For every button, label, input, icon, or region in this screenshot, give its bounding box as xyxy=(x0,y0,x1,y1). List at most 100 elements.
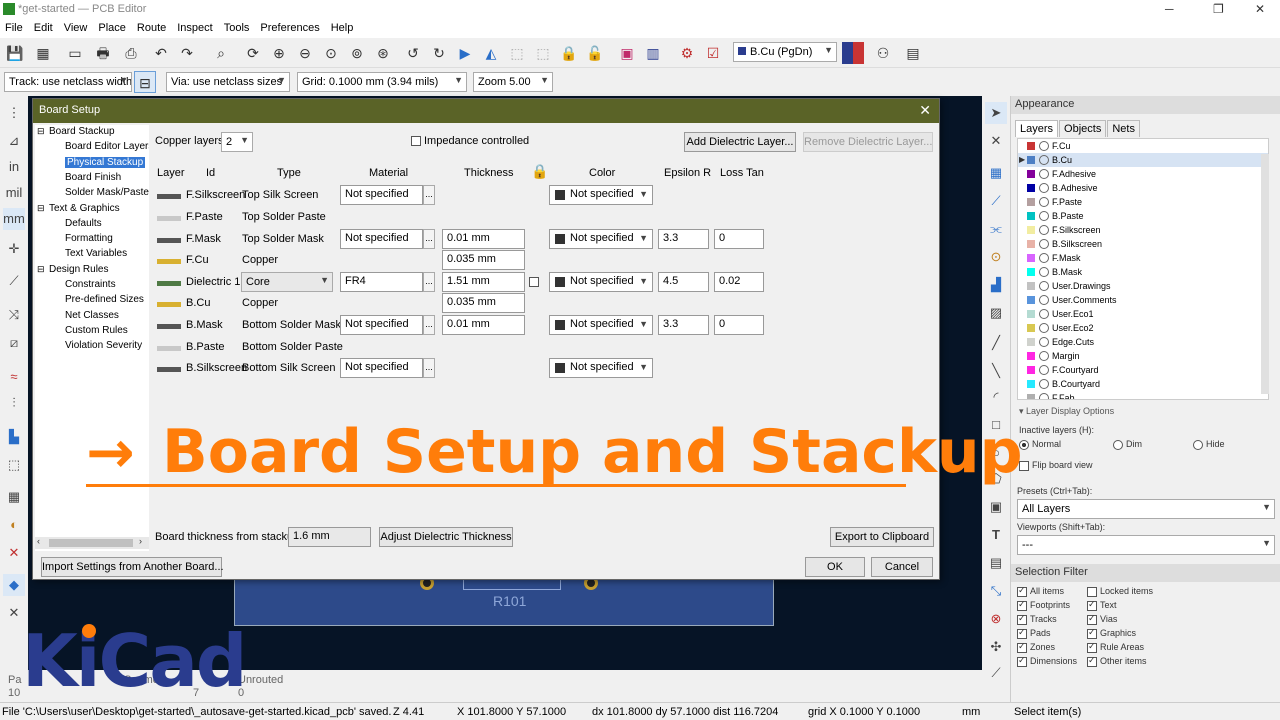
tree-node-pre-defined-sizes[interactable]: Pre-defined Sizes xyxy=(65,294,144,305)
via-size-select[interactable]: Via: use netclass sizes ▼ xyxy=(166,72,290,92)
tree-node-physical-stackup[interactable]: Physical Stackup xyxy=(65,156,146,168)
impedance-checkbox[interactable]: Impedance controlled xyxy=(411,135,529,147)
layer-color-swatch[interactable] xyxy=(1027,282,1035,290)
visibility-eye-icon[interactable] xyxy=(1039,155,1049,165)
zoom-objects-icon[interactable]: ⊚ xyxy=(346,42,368,64)
menu-tools[interactable]: Tools xyxy=(219,20,256,34)
loss-tan-field[interactable]: 0 xyxy=(714,315,764,335)
layer-color-swatch[interactable] xyxy=(1027,240,1035,248)
filter-zones[interactable]: Zones xyxy=(1017,641,1055,653)
add-via-icon[interactable]: ▟ xyxy=(985,274,1007,296)
presets-select[interactable]: All Layers ▼ xyxy=(1017,499,1275,519)
layer-row[interactable]: B.Adhesive xyxy=(1018,181,1268,195)
zoom-out-icon[interactable]: ⊖ xyxy=(294,42,316,64)
layer-row[interactable]: B.Courtyard xyxy=(1018,377,1268,391)
layer-color-swatch[interactable] xyxy=(1027,324,1035,332)
draw-arc-icon[interactable]: ◜ xyxy=(985,386,1007,408)
menu-place[interactable]: Place xyxy=(93,20,132,34)
filter-dimensions[interactable]: Dimensions xyxy=(1017,655,1077,667)
filter-locked-items[interactable]: Locked items xyxy=(1087,586,1153,597)
tree-node-constraints[interactable]: Constraints xyxy=(65,279,116,290)
menu-file[interactable]: File xyxy=(0,20,29,34)
tree-node-design-rules[interactable]: Design Rules xyxy=(49,264,108,275)
tree-node-custom-rules[interactable]: Custom Rules xyxy=(65,325,128,336)
epsilon-field[interactable]: 4.5 xyxy=(658,272,709,292)
add-dielectric-button[interactable]: Add Dielectric Layer... xyxy=(684,132,796,152)
tree-collapse-icon[interactable]: ⊟ xyxy=(37,203,45,214)
tab-nets[interactable]: Nets xyxy=(1107,120,1140,137)
tree-collapse-icon[interactable]: ⊟ xyxy=(37,264,45,275)
tree-node-defaults[interactable]: Defaults xyxy=(65,218,102,229)
save-icon[interactable]: 💾 xyxy=(4,42,26,64)
import-settings-button[interactable]: Import Settings from Another Board... xyxy=(41,557,224,577)
cancel-button[interactable]: Cancel xyxy=(871,557,933,577)
layer-row[interactable]: User.Drawings xyxy=(1018,279,1268,293)
auto-track-width-icon[interactable]: ⊟ xyxy=(134,71,156,93)
redo-icon[interactable]: ↷ xyxy=(176,42,198,64)
visibility-eye-icon[interactable] xyxy=(1039,337,1049,347)
tree-node-solder-mask-paste[interactable]: Solder Mask/Paste xyxy=(65,187,149,198)
polar-coords-icon[interactable]: ⊿ xyxy=(3,130,25,152)
zoom-selection-icon[interactable]: ⊛ xyxy=(372,42,394,64)
mirror-icon[interactable]: ◭ xyxy=(480,42,502,64)
zoom-in-icon[interactable]: ⊕ xyxy=(268,42,290,64)
layer-color-swatch[interactable] xyxy=(1027,254,1035,262)
layer-row[interactable]: Edge.Cuts xyxy=(1018,335,1268,349)
layer-row[interactable]: B.Mask xyxy=(1018,265,1268,279)
filter-other-items[interactable]: Other items xyxy=(1087,655,1147,667)
layer-color-swatch[interactable] xyxy=(1027,142,1035,150)
thickness-field[interactable]: 0.01 mm xyxy=(442,315,525,335)
visibility-eye-icon[interactable] xyxy=(1039,295,1049,305)
tree-node-text-graphics[interactable]: Text & Graphics xyxy=(49,203,120,214)
layer-row[interactable]: F.Paste xyxy=(1018,195,1268,209)
add-zone-icon[interactable]: ▨ xyxy=(985,302,1007,324)
plot-icon[interactable]: ⎙ xyxy=(120,42,142,64)
zones-display-icon[interactable]: ⧄ xyxy=(3,332,25,354)
tree-node-text-variables[interactable]: Text Variables xyxy=(65,248,127,259)
layer-color-swatch[interactable] xyxy=(1027,338,1035,346)
adjust-dielectric-button[interactable]: Adjust Dielectric Thickness xyxy=(379,527,513,547)
layer-color-swatch[interactable] xyxy=(1027,170,1035,178)
material-picker-button[interactable]: ... xyxy=(423,315,435,335)
dielectric-type-select[interactable]: Core ▼ xyxy=(241,272,333,292)
export-clipboard-button[interactable]: Export to Clipboard xyxy=(830,527,934,547)
visibility-eye-icon[interactable] xyxy=(1039,281,1049,291)
layer-list-scrollbar[interactable] xyxy=(1261,154,1269,394)
route-track-icon[interactable]: ⟋ xyxy=(985,190,1007,212)
local-ratsnest-icon[interactable]: ✕ xyxy=(985,130,1007,152)
material-field[interactable]: Not specified xyxy=(340,229,423,249)
visibility-eye-icon[interactable] xyxy=(1039,211,1049,221)
select-icon[interactable]: ➤ xyxy=(985,102,1007,124)
visibility-eye-icon[interactable] xyxy=(1039,169,1049,179)
material-field[interactable]: Not specified xyxy=(340,315,423,335)
graphics-outline-icon[interactable]: ⬚ xyxy=(3,454,25,476)
grid-toggle-icon[interactable]: ⋮ xyxy=(3,102,25,124)
grid-select[interactable]: Grid: 0.1000 mm (3.94 mils) ▼ xyxy=(297,72,467,92)
layer-row[interactable]: User.Comments xyxy=(1018,293,1268,307)
refresh-icon[interactable]: ⟳ xyxy=(242,42,264,64)
layer-row[interactable]: B.Paste xyxy=(1018,209,1268,223)
visibility-eye-icon[interactable] xyxy=(1039,197,1049,207)
layer-color-swatch[interactable] xyxy=(1027,184,1035,192)
remove-dielectric-button[interactable]: Remove Dielectric Layer... xyxy=(803,132,933,152)
layer-row[interactable]: ▶ B.Cu xyxy=(1018,153,1268,167)
tree-node-net-classes[interactable]: Net Classes xyxy=(65,310,119,321)
material-picker-button[interactable]: ... xyxy=(423,358,435,378)
layer-row[interactable]: User.Eco2 xyxy=(1018,321,1268,335)
netlist-icon[interactable]: ▣ xyxy=(616,42,638,64)
visibility-eye-icon[interactable] xyxy=(1039,239,1049,249)
net-highlight-icon[interactable]: ⤨ xyxy=(3,304,25,326)
filter-rule-areas[interactable]: Rule Areas xyxy=(1087,641,1144,653)
rotate-ccw-icon[interactable]: ↺ xyxy=(402,42,424,64)
unlock-icon[interactable]: 🔓 xyxy=(584,42,606,64)
layer-color-swatch[interactable] xyxy=(1027,268,1035,276)
filter-all-items[interactable]: All items xyxy=(1017,585,1064,597)
track-width-select[interactable]: Track: use netclass width ▼ xyxy=(4,72,132,92)
filter-pads[interactable]: Pads xyxy=(1017,627,1051,639)
minimize-icon[interactable]: ─ xyxy=(1165,2,1174,16)
tune-length-icon[interactable]: ⊙ xyxy=(985,246,1007,268)
layer-select[interactable]: B.Cu (PgDn) ▼ xyxy=(733,42,837,62)
undo-icon[interactable]: ↶ xyxy=(150,42,172,64)
measure-tool-icon[interactable]: ⟋ xyxy=(985,662,1007,684)
add-image-icon[interactable]: ▣ xyxy=(985,496,1007,518)
